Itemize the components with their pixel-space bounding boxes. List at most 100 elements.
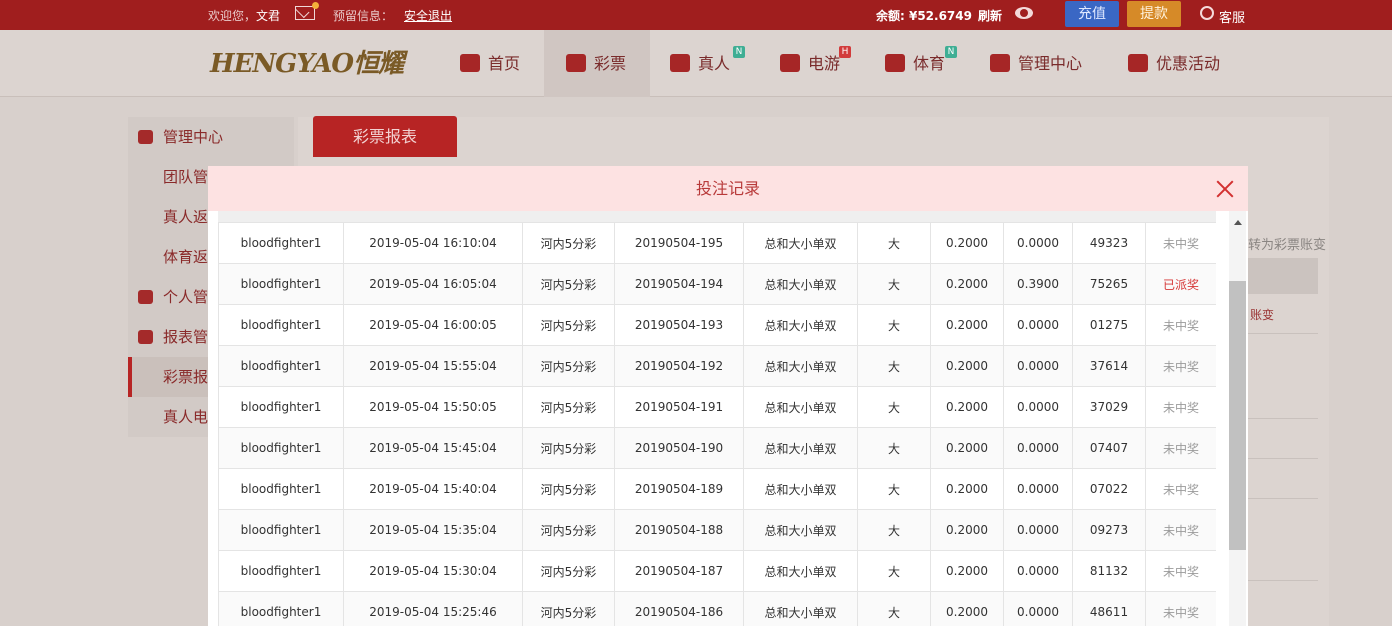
cell-issue: 20190504-190 [614,427,744,469]
bet-records-modal: 投注记录 bloodfighter1 2019-05-04 16:10:04 河内5… [208,166,1248,626]
sidebar-label: 管理中心 [163,128,224,146]
cell-prize: 0.0000 [1003,427,1073,469]
service-icon[interactable] [1200,6,1214,20]
eye-icon[interactable] [1015,7,1033,19]
close-icon[interactable] [1214,178,1236,200]
cell-bet-content: 大 [857,468,931,510]
cell-bet-time: 2019-05-04 16:00:05 [343,304,523,346]
records-table-wrap: bloodfighter1 2019-05-04 16:10:04 河内5分彩 201… [218,211,1216,626]
welcome-prefix: 欢迎您， [208,9,257,23]
cell-bet-content: 大 [857,304,931,346]
cell-play-type: 总和大小单双 [743,386,858,428]
cell-game: 河内5分彩 [522,386,615,428]
cell-game: 河内5分彩 [522,591,615,626]
cell-amount: 0.2000 [930,427,1004,469]
nav-promotions[interactable]: 优惠活动 [1128,30,1238,97]
cell-play-type: 总和大小单双 [743,263,858,305]
cell-status: 未中奖 [1145,591,1216,626]
cell-bet-time: 2019-05-04 15:30:04 [343,550,523,592]
cell-bet-content: 大 [857,427,931,469]
table-row[interactable]: bloodfighter1 2019-05-04 16:00:05 河内5分彩 201… [218,304,1216,346]
divider [1248,333,1318,334]
top-bar: 欢迎您，文君 预留信息： 安全退出 余额: ¥52.6749 刷新 充值 提款 … [0,0,1392,30]
cell-status: 未中奖 [1145,427,1216,469]
nav-lottery[interactable]: 彩票 [544,30,650,97]
cell-draw-number: 01275 [1072,304,1146,346]
table-row[interactable]: bloodfighter1 2019-05-04 16:10:04 河内5分彩 201… [218,222,1216,264]
cell-status: 未中奖 [1145,468,1216,510]
divider [1248,418,1318,419]
sidebar-label: 报表管 [163,328,209,346]
charge-button[interactable]: 充值 [1065,1,1119,27]
hot-badge: H [839,46,851,58]
cell-bet-content: 大 [857,509,931,551]
nav-sports[interactable]: 体育 N [885,30,975,97]
cell-draw-number: 07022 [1072,468,1146,510]
table-row[interactable]: bloodfighter1 2019-05-04 15:25:46 河内5分彩 201… [218,591,1216,626]
cell-username: bloodfighter1 [218,222,344,264]
table-row[interactable]: bloodfighter1 2019-05-04 15:55:04 河内5分彩 201… [218,345,1216,387]
mail-icon[interactable] [295,2,319,20]
cell-bet-content: 大 [857,386,931,428]
cell-bet-content: 大 [857,550,931,592]
table-row[interactable]: bloodfighter1 2019-05-04 15:50:05 河内5分彩 201… [218,386,1216,428]
cell-username: bloodfighter1 [218,591,344,626]
background-cell[interactable]: 账变 [1250,306,1274,323]
cell-username: bloodfighter1 [218,386,344,428]
cell-game: 河内5分彩 [522,468,615,510]
cell-issue: 20190504-194 [614,263,744,305]
cell-bet-time: 2019-05-04 15:35:04 [343,509,523,551]
table-row[interactable]: bloodfighter1 2019-05-04 15:40:04 河内5分彩 201… [218,468,1216,510]
cell-prize: 0.0000 [1003,591,1073,626]
nav-management[interactable]: 管理中心 [990,30,1100,97]
cell-draw-number: 49323 [1072,222,1146,264]
table-row[interactable]: bloodfighter1 2019-05-04 15:45:04 河内5分彩 201… [218,427,1216,469]
scroll-up-icon[interactable] [1234,220,1242,225]
cell-username: bloodfighter1 [218,468,344,510]
cell-issue: 20190504-193 [614,304,744,346]
user-icon [138,290,153,304]
nav-slots[interactable]: 电游 H [780,30,870,97]
sidebar-head-management[interactable]: 管理中心 [128,117,294,157]
logo[interactable]: HENGYAO恒耀 [210,47,417,81]
new-badge: N [945,46,957,58]
refresh-link[interactable]: 刷新 [978,7,1002,24]
scroll-thumb[interactable] [1229,281,1246,550]
service-link[interactable]: 客服 [1219,7,1245,26]
cell-prize: 0.3900 [1003,263,1073,305]
cell-amount: 0.2000 [930,509,1004,551]
cell-issue: 20190504-186 [614,591,744,626]
nav-sports-label: 体育 [913,54,946,73]
cell-draw-number: 48611 [1072,591,1146,626]
nav-home[interactable]: 首页 [460,30,544,97]
logout-link[interactable]: 安全退出 [404,7,452,24]
tab-lottery-report[interactable]: 彩票报表 [313,116,457,157]
cell-status: 未中奖 [1145,304,1216,346]
nav-live[interactable]: 真人 N [670,30,770,97]
table-row[interactable]: bloodfighter1 2019-05-04 15:30:04 河内5分彩 201… [218,550,1216,592]
nav-lottery-label: 彩票 [594,54,627,73]
users-icon [138,130,153,144]
scrollbar[interactable] [1229,211,1246,626]
cell-username: bloodfighter1 [218,509,344,551]
cell-prize: 0.0000 [1003,222,1073,264]
cell-status: 未中奖 [1145,345,1216,387]
cell-amount: 0.2000 [930,304,1004,346]
cell-status: 未中奖 [1145,222,1216,264]
table-row[interactable]: bloodfighter1 2019-05-04 15:35:04 河内5分彩 201… [218,509,1216,551]
cell-game: 河内5分彩 [522,263,615,305]
cell-amount: 0.2000 [930,386,1004,428]
gift-icon [1128,53,1148,72]
cell-status: 未中奖 [1145,509,1216,551]
nav-home-label: 首页 [488,54,521,73]
cell-prize: 0.0000 [1003,468,1073,510]
table-row[interactable]: bloodfighter1 2019-05-04 16:05:04 河内5分彩 201… [218,263,1216,305]
withdraw-button[interactable]: 提款 [1127,1,1181,27]
cell-play-type: 总和大小单双 [743,345,858,387]
sidebar-label: 个人管 [163,288,209,306]
cell-issue: 20190504-187 [614,550,744,592]
cell-prize: 0.0000 [1003,345,1073,387]
nav-live-label: 真人 [698,54,731,73]
table-top-strip [218,211,1216,222]
cell-username: bloodfighter1 [218,304,344,346]
